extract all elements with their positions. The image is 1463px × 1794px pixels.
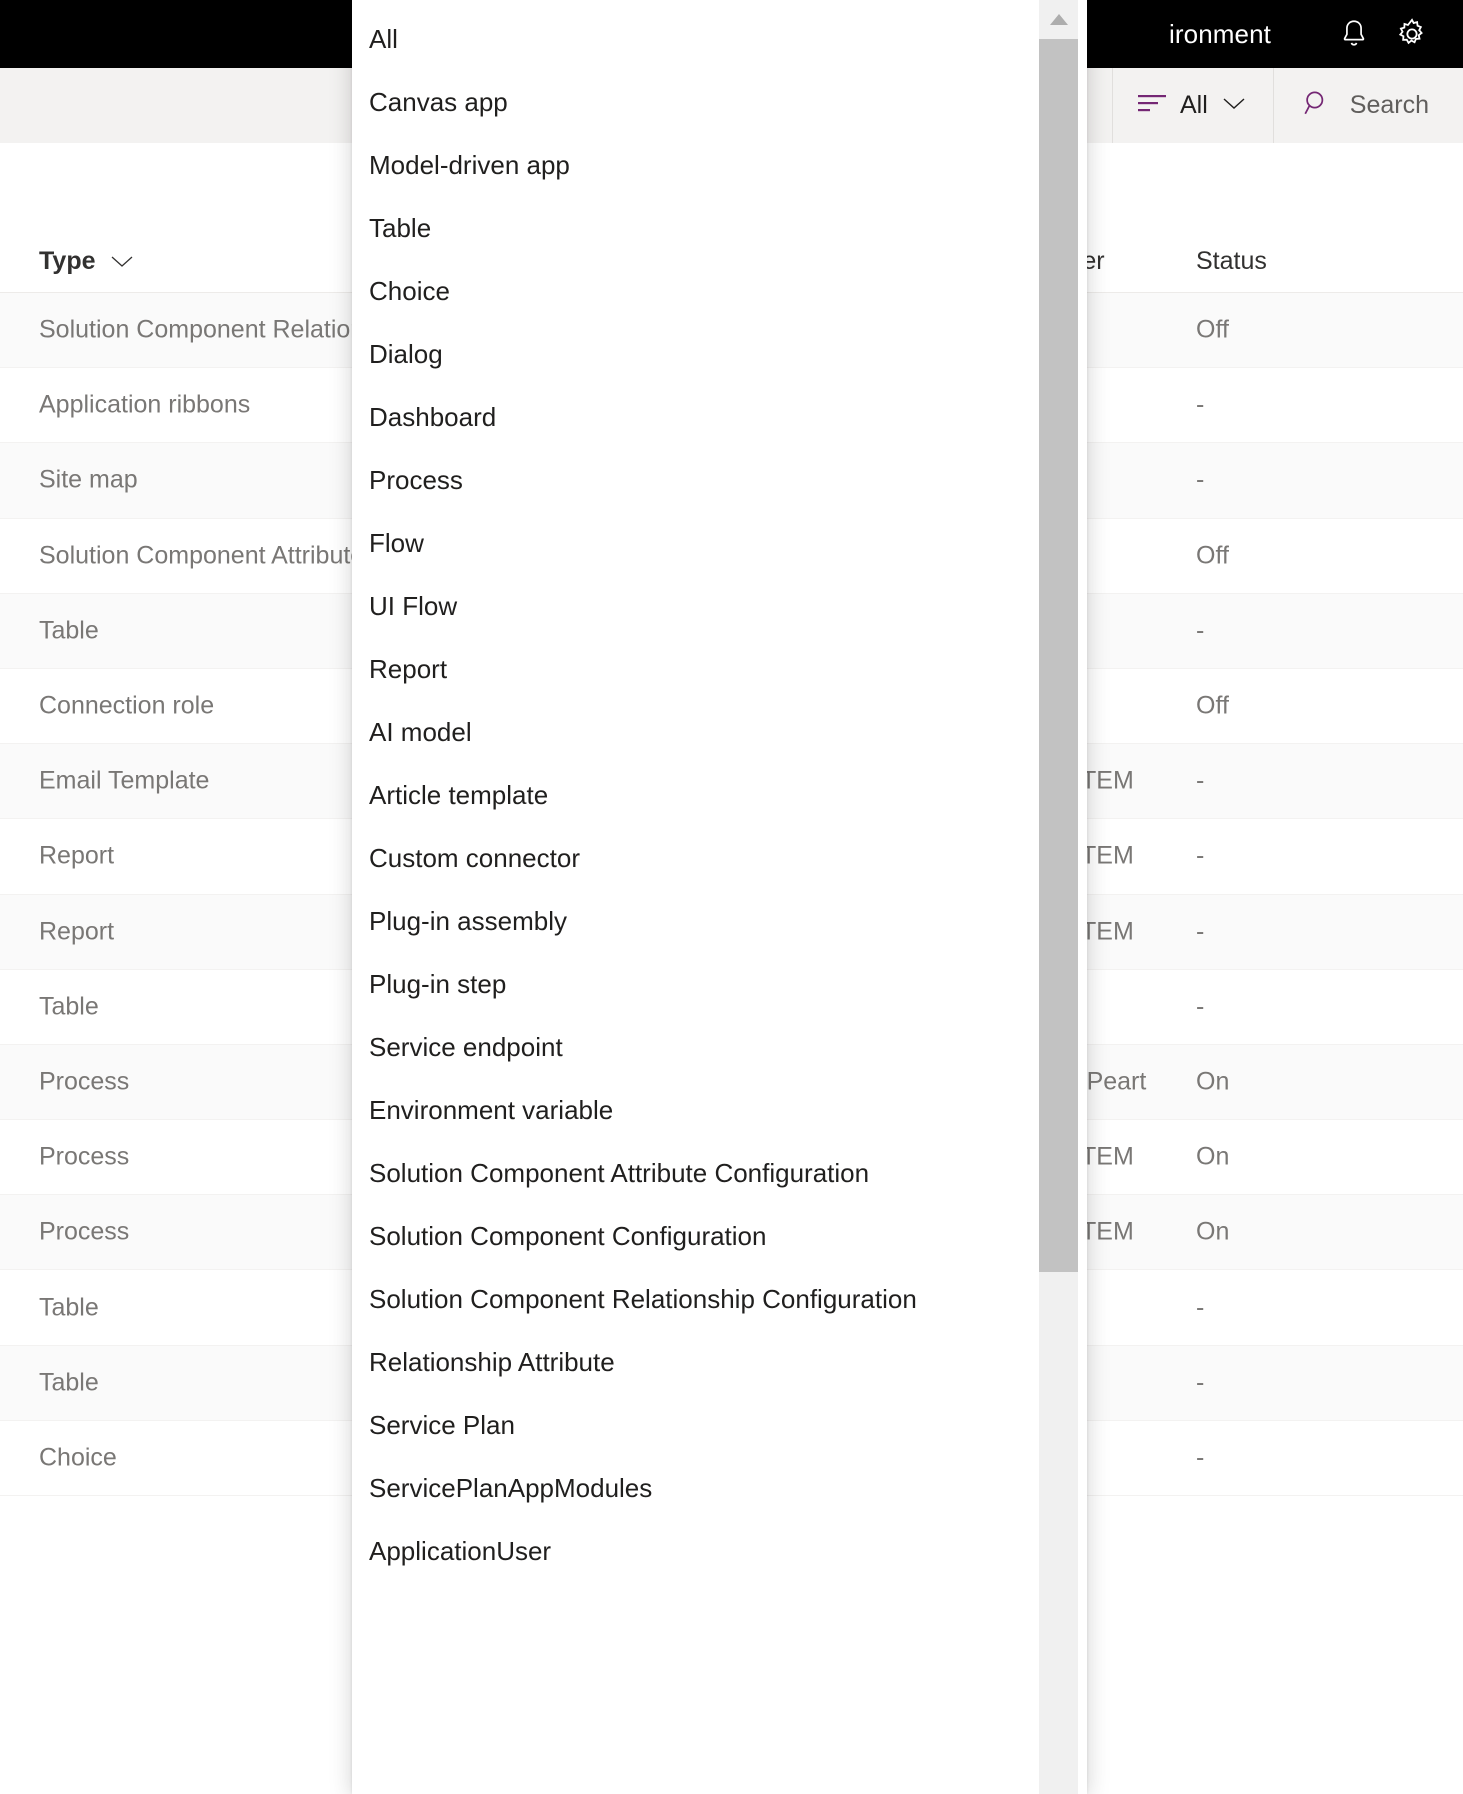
gear-icon[interactable] xyxy=(1383,0,1441,68)
flyout-option[interactable]: Dialog xyxy=(352,323,1038,386)
cell-status: On xyxy=(1196,1067,1229,1096)
cell-status: - xyxy=(1196,842,1204,871)
cell-type: Process xyxy=(39,1143,129,1172)
flyout-option[interactable]: Plug-in step xyxy=(352,953,1038,1016)
cell-status: Off xyxy=(1196,692,1229,721)
chevron-down-icon xyxy=(1221,95,1247,116)
flyout-scrollbar[interactable] xyxy=(1039,0,1078,1794)
cell-status: Off xyxy=(1196,316,1229,345)
cell-type: Table xyxy=(39,616,99,645)
flyout-option[interactable]: Canvas app xyxy=(352,71,1038,134)
flyout-option[interactable]: UI Flow xyxy=(352,575,1038,638)
filter-lines-icon xyxy=(1137,92,1167,119)
cell-status: - xyxy=(1196,992,1204,1021)
search-input[interactable]: Search xyxy=(1274,68,1463,143)
column-header-status-label: Status xyxy=(1196,247,1267,276)
flyout-option[interactable]: Choice xyxy=(352,260,1038,323)
cell-status: - xyxy=(1196,1293,1204,1322)
flyout-scrollbar-thumb[interactable] xyxy=(1039,39,1078,1272)
flyout-option[interactable]: AI model xyxy=(352,701,1038,764)
search-placeholder: Search xyxy=(1350,91,1429,120)
column-header-status[interactable]: Status xyxy=(1196,247,1267,276)
environment-name: ironment xyxy=(1169,19,1271,50)
flyout-option[interactable]: Environment variable xyxy=(352,1079,1038,1142)
flyout-option[interactable]: ApplicationUser xyxy=(352,1520,1038,1583)
cell-type: Table xyxy=(39,1368,99,1397)
column-header-type-label: Type xyxy=(39,247,96,276)
cell-type: Connection role xyxy=(39,692,214,721)
cell-type: Choice xyxy=(39,1443,117,1472)
flyout-option[interactable]: Flow xyxy=(352,512,1038,575)
cell-type: Process xyxy=(39,1218,129,1247)
cell-type: Report xyxy=(39,917,114,946)
cell-type: Table xyxy=(39,992,99,1021)
flyout-option[interactable]: Service Plan xyxy=(352,1394,1038,1457)
flyout-option[interactable]: Custom connector xyxy=(352,827,1038,890)
type-filter-dropdown[interactable]: All xyxy=(1113,68,1273,143)
chevron-down-icon xyxy=(109,247,135,276)
cell-status: - xyxy=(1196,917,1204,946)
caret-up-icon[interactable] xyxy=(1039,0,1078,39)
app-root: ironment All xyxy=(0,0,1463,1794)
cell-type: Table xyxy=(39,1293,99,1322)
flyout-option[interactable]: Relationship Attribute xyxy=(352,1331,1038,1394)
cell-type: Solution Component Attribute Co xyxy=(39,541,403,570)
flyout-option[interactable]: Solution Component Configuration xyxy=(352,1205,1038,1268)
flyout-option[interactable]: Service endpoint xyxy=(352,1016,1038,1079)
flyout-option[interactable]: All xyxy=(352,8,1038,71)
flyout-option[interactable]: Report xyxy=(352,638,1038,701)
cell-type: Application ribbons xyxy=(39,391,250,420)
cell-status: Off xyxy=(1196,541,1229,570)
bell-icon[interactable] xyxy=(1325,0,1383,68)
cell-status: - xyxy=(1196,767,1204,796)
cell-status: - xyxy=(1196,616,1204,645)
type-filter-label: All xyxy=(1180,91,1208,120)
cell-status: - xyxy=(1196,391,1204,420)
flyout-option[interactable]: Solution Component Relationship Configur… xyxy=(352,1268,1038,1331)
search-icon xyxy=(1302,88,1332,123)
type-filter-flyout: AllCanvas appModel-driven appTableChoice… xyxy=(352,0,1087,1794)
cell-type: Site map xyxy=(39,466,138,495)
flyout-option[interactable]: Table xyxy=(352,197,1038,260)
flyout-option[interactable]: ServicePlanAppModules xyxy=(352,1457,1038,1520)
flyout-option[interactable]: Article template xyxy=(352,764,1038,827)
cell-status: - xyxy=(1196,466,1204,495)
flyout-option[interactable]: Process xyxy=(352,449,1038,512)
type-filter-option-list: AllCanvas appModel-driven appTableChoice… xyxy=(352,0,1038,1583)
cell-status: - xyxy=(1196,1443,1204,1472)
flyout-option[interactable]: Solution Component Attribute Configurati… xyxy=(352,1142,1038,1205)
column-header-type[interactable]: Type xyxy=(39,247,135,276)
flyout-option[interactable]: Plug-in assembly xyxy=(352,890,1038,953)
cell-status: On xyxy=(1196,1143,1229,1172)
cell-type: Report xyxy=(39,842,114,871)
cell-status: On xyxy=(1196,1218,1229,1247)
cell-type: Process xyxy=(39,1067,129,1096)
cell-type: Email Template xyxy=(39,767,209,796)
flyout-option[interactable]: Dashboard xyxy=(352,386,1038,449)
flyout-option[interactable]: Model-driven app xyxy=(352,134,1038,197)
cell-status: - xyxy=(1196,1368,1204,1397)
